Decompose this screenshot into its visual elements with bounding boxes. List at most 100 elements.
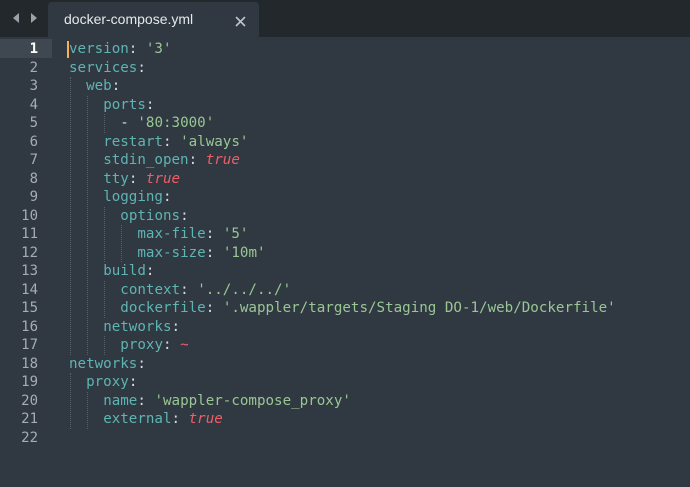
code-token: : xyxy=(137,355,146,372)
code-token: logging xyxy=(103,189,163,205)
code-line[interactable]: services: xyxy=(69,59,146,78)
code-token: web xyxy=(86,78,112,94)
line-number: 20 xyxy=(21,392,38,409)
code-token: max-size xyxy=(137,244,206,261)
code-token: : xyxy=(128,374,138,390)
code-line[interactable]: max-size: '10m' xyxy=(137,244,265,263)
indent-guide xyxy=(70,373,71,429)
code-token: : xyxy=(171,318,181,335)
code-line[interactable]: external: true xyxy=(103,410,223,429)
code-token: : xyxy=(188,152,206,168)
line-number: 5 xyxy=(29,115,38,131)
code-token: services xyxy=(69,59,138,76)
tab-title: docker-compose.yml xyxy=(64,11,194,27)
code-token: external xyxy=(103,411,172,427)
line-number: 2 xyxy=(29,59,38,76)
code-token: restart xyxy=(103,133,163,150)
close-icon[interactable] xyxy=(235,12,246,27)
code-area[interactable]: version: '3' services: web: ports: - '80:300… xyxy=(69,37,689,487)
line-number: 7 xyxy=(29,152,38,168)
tab-bar: docker-compose.yml xyxy=(0,0,690,37)
code-token: '../../../' xyxy=(197,281,292,298)
code-token: : xyxy=(205,244,223,261)
code-token: networks xyxy=(69,355,138,372)
line-number: 16 xyxy=(21,318,38,335)
code-token: name xyxy=(103,392,138,409)
line-number: 13 xyxy=(21,263,38,279)
line-number: 18 xyxy=(21,355,38,372)
code-token: true xyxy=(188,411,223,427)
code-token: : xyxy=(205,300,223,316)
code-line[interactable]: context: '../../../' xyxy=(120,281,291,300)
code-token: : xyxy=(180,281,198,298)
indent-guide xyxy=(104,206,106,262)
code-token: max-file xyxy=(137,226,206,242)
line-number: 21 xyxy=(21,411,38,427)
code-line[interactable]: max-file: '5' xyxy=(137,225,248,244)
code-line[interactable]: restart: 'always' xyxy=(103,133,248,152)
code-token: ports xyxy=(103,96,146,113)
code-token: '3' xyxy=(145,41,172,57)
code-editor[interactable]: 1 2 3 4 5 6 7 8 9 10 11 12 13 14 15 16 17 18 19 20 21 22 vers… xyxy=(0,37,690,487)
code-line[interactable]: build: xyxy=(103,262,154,281)
code-token: : xyxy=(162,133,181,150)
line-number: 11 xyxy=(21,226,38,242)
code-token: proxy xyxy=(86,374,129,390)
code-token: : xyxy=(128,170,146,187)
code-token: : xyxy=(180,207,189,224)
code-line[interactable]: networks: xyxy=(103,318,180,337)
code-token: version xyxy=(69,41,129,57)
code-line[interactable]: options: xyxy=(120,207,188,226)
line-number: 22 xyxy=(21,429,38,446)
code-line[interactable]: version: '3' xyxy=(69,40,172,59)
code-line[interactable]: proxy: ~ xyxy=(120,336,188,355)
line-number: 17 xyxy=(21,337,38,353)
indent-guide xyxy=(70,77,71,355)
code-token: networks xyxy=(103,318,172,335)
code-line[interactable]: name: 'wappler-compose_proxy' xyxy=(103,392,351,411)
code-line[interactable]: logging: xyxy=(103,188,171,207)
code-token: - xyxy=(120,115,138,131)
editor-window: docker-compose.yml 1 2 3 4 5 6 7 8 9 10 11 12 13 14 15… xyxy=(0,0,690,487)
indent-guide xyxy=(104,336,106,355)
code-token: context xyxy=(120,281,181,298)
code-line[interactable]: networks: xyxy=(69,355,146,374)
code-token: build xyxy=(103,263,146,279)
line-number: 15 xyxy=(21,300,38,316)
tab-docker-compose[interactable]: docker-compose.yml xyxy=(48,2,259,37)
chevron-left-icon[interactable] xyxy=(9,10,23,26)
code-token: true xyxy=(145,170,181,187)
indent-guide xyxy=(121,225,123,262)
line-number: 14 xyxy=(21,281,38,298)
code-token: proxy xyxy=(120,337,164,353)
code-line[interactable]: web: xyxy=(86,77,120,96)
code-line[interactable]: dockerfile: '.wappler/targets/Staging DO… xyxy=(120,299,615,318)
code-token: : xyxy=(145,96,155,113)
code-token: : xyxy=(137,59,146,76)
code-token: options xyxy=(120,207,181,224)
line-number: 12 xyxy=(21,244,38,261)
code-token: : xyxy=(137,392,155,409)
line-number: 6 xyxy=(29,133,38,150)
indent-guide xyxy=(87,391,89,429)
code-line[interactable]: tty: true xyxy=(103,170,180,189)
chevron-right-icon[interactable] xyxy=(27,10,41,26)
indent-guide xyxy=(87,95,89,355)
line-number: 3 xyxy=(29,78,38,94)
code-token: 'always' xyxy=(180,133,249,150)
code-line[interactable]: - '80:3000' xyxy=(120,114,214,133)
line-number: 4 xyxy=(29,96,38,113)
line-number: 10 xyxy=(21,207,38,224)
line-number-gutter: 1 2 3 4 5 6 7 8 9 10 11 12 13 14 15 16 17 18 19 20 21 22 xyxy=(0,37,52,487)
code-token: : xyxy=(171,411,189,427)
code-token: '10m' xyxy=(222,244,266,261)
code-token: '80:3000' xyxy=(137,115,215,131)
code-line[interactable]: ports: xyxy=(103,96,154,115)
code-token: : xyxy=(163,337,181,353)
code-line[interactable]: proxy: xyxy=(86,373,137,392)
code-token: : xyxy=(205,226,223,242)
code-token: 'wappler-compose_proxy' xyxy=(154,392,351,409)
code-token: true xyxy=(205,152,240,168)
text-cursor xyxy=(67,41,69,58)
code-line[interactable]: stdin_open: true xyxy=(103,151,240,170)
